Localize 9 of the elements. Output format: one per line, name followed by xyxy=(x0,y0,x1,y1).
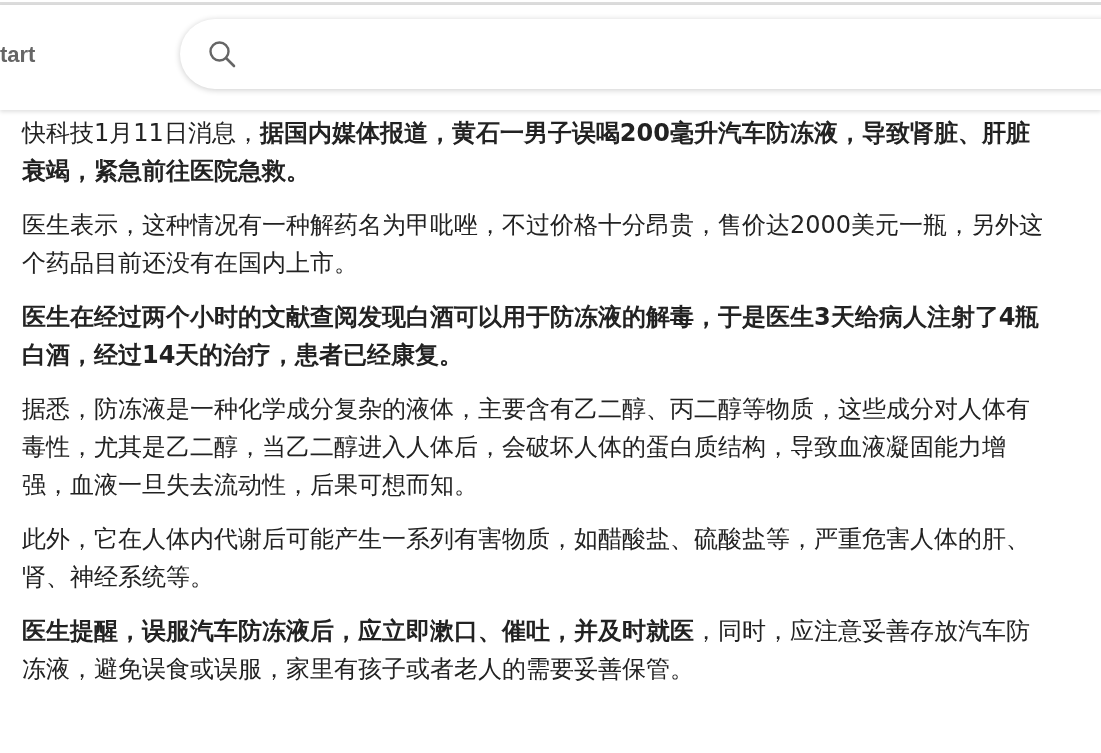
search-field[interactable] xyxy=(180,18,1101,89)
article-paragraph: 医生提醒，误服汽车防冻液后，应立即漱口、催吐，并及时就医，同时，应注意妥善存放汽车防冻液，避免误食或误服，家里有孩子或者老人的需要妥善保管。 xyxy=(22,616,1031,685)
article-paragraph: 医生在经过两个小时的文献查阅发现白酒可以用于防冻液的解毒，于是医生3天给病人注射了4瓶白酒，经过14天的治疗，患者已经康复。 xyxy=(22,302,1041,371)
article-paragraph: 快科技1月11日消息，据国内媒体报道，黄石一男子误喝200毫升汽车防冻液，导致肾脏、肝脏衰竭，紧急前往医院急救。 xyxy=(22,118,1031,187)
page-title: tart xyxy=(0,41,37,68)
article-paragraph: 此外，它在人体内代谢后可能产生一系列有害物质，如醋酸盐、硫酸盐等，严重危害人体的肝、肾、神经系统等。 xyxy=(22,524,1031,593)
article-paragraph: 医生表示，这种情况有一种解药名为甲吡唑，不过价格十分昂贵，售价达2000美元一瓶，另外这个药品目前还没有在国内上市。 xyxy=(22,210,1044,279)
search-icon xyxy=(208,39,236,68)
article-paragraph: 据悉，防冻液是一种化学成分复杂的液体，主要含有乙二醇、丙二醇等物质，这些成分对人体有毒性，尤其是乙二醇，当乙二醇进入人体后，会破坏人体的蛋白质结构，导致血液凝固能力增强，血液一旦失去流动性，后果可想而知。 xyxy=(22,394,1031,501)
